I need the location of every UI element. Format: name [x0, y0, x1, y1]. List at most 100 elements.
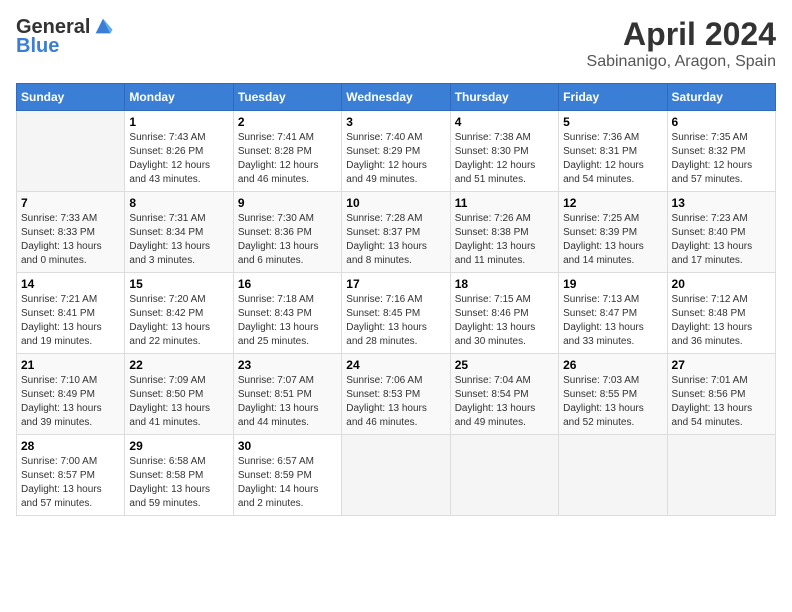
calendar-cell: 27 Sunrise: 7:01 AMSunset: 8:56 PMDayligh…: [667, 354, 775, 435]
location-subtitle: Sabinanigo, Aragon, Spain: [587, 53, 776, 71]
day-info: Sunrise: 7:21 AMSunset: 8:41 PMDaylight:…: [21, 293, 120, 349]
day-info: Sunrise: 7:10 AMSunset: 8:49 PMDaylight:…: [21, 374, 120, 430]
day-number: 28: [21, 439, 120, 453]
calendar-cell: 14 Sunrise: 7:21 AMSunset: 8:41 PMDayligh…: [17, 273, 125, 354]
day-info: Sunrise: 7:15 AMSunset: 8:46 PMDaylight:…: [455, 293, 554, 349]
day-number: 7: [21, 196, 120, 210]
day-info: Sunrise: 7:16 AMSunset: 8:45 PMDaylight:…: [346, 293, 445, 349]
calendar-cell: [559, 435, 667, 516]
day-info: Sunrise: 7:35 AMSunset: 8:32 PMDaylight:…: [672, 131, 771, 187]
calendar-cell: 11 Sunrise: 7:26 AMSunset: 8:38 PMDayligh…: [450, 192, 558, 273]
weekday-header-tuesday: Tuesday: [233, 84, 341, 111]
calendar-cell: [450, 435, 558, 516]
logo-icon: [92, 15, 114, 37]
calendar-cell: 20 Sunrise: 7:12 AMSunset: 8:48 PMDayligh…: [667, 273, 775, 354]
calendar-cell: 22Sunrise: 7:09 AMSunset: 8:50 PMDayligh…: [125, 354, 233, 435]
calendar-cell: 29Sunrise: 6:58 AMSunset: 8:58 PMDayligh…: [125, 435, 233, 516]
calendar-week-2: 7 Sunrise: 7:33 AMSunset: 8:33 PMDaylight…: [17, 192, 776, 273]
calendar-header: SundayMondayTuesdayWednesdayThursdayFrid…: [17, 84, 776, 111]
calendar-cell: [17, 111, 125, 192]
calendar-cell: 2 Sunrise: 7:41 AMSunset: 8:28 PMDaylight…: [233, 111, 341, 192]
calendar-cell: 8Sunrise: 7:31 AMSunset: 8:34 PMDaylight…: [125, 192, 233, 273]
weekday-header-saturday: Saturday: [667, 84, 775, 111]
calendar-week-5: 28 Sunrise: 7:00 AMSunset: 8:57 PMDayligh…: [17, 435, 776, 516]
calendar-cell: [342, 435, 450, 516]
day-number: 22: [129, 358, 228, 372]
day-info: Sunrise: 7:26 AMSunset: 8:38 PMDaylight:…: [455, 212, 554, 268]
day-info: Sunrise: 6:57 AMSunset: 8:59 PMDaylight:…: [238, 455, 337, 511]
day-number: 2: [238, 115, 337, 129]
calendar-cell: 12 Sunrise: 7:25 AMSunset: 8:39 PMDayligh…: [559, 192, 667, 273]
month-title: April 2024: [587, 16, 776, 53]
calendar-cell: 6Sunrise: 7:35 AMSunset: 8:32 PMDaylight…: [667, 111, 775, 192]
day-info: Sunrise: 7:36 AMSunset: 8:31 PMDaylight:…: [563, 131, 662, 187]
day-info: Sunrise: 7:04 AMSunset: 8:54 PMDaylight:…: [455, 374, 554, 430]
day-number: 23: [238, 358, 337, 372]
calendar-cell: 15 Sunrise: 7:20 AMSunset: 8:42 PMDayligh…: [125, 273, 233, 354]
day-number: 3: [346, 115, 445, 129]
day-number: 27: [672, 358, 771, 372]
day-info: Sunrise: 7:06 AMSunset: 8:53 PMDaylight:…: [346, 374, 445, 430]
day-info: Sunrise: 7:41 AMSunset: 8:28 PMDaylight:…: [238, 131, 337, 187]
calendar-cell: 4Sunrise: 7:38 AMSunset: 8:30 PMDaylight…: [450, 111, 558, 192]
weekday-header-monday: Monday: [125, 84, 233, 111]
day-number: 24: [346, 358, 445, 372]
day-number: 5: [563, 115, 662, 129]
day-info: Sunrise: 7:01 AMSunset: 8:56 PMDaylight:…: [672, 374, 771, 430]
day-number: 9: [238, 196, 337, 210]
day-info: Sunrise: 7:31 AMSunset: 8:34 PMDaylight:…: [129, 212, 228, 268]
calendar-cell: 26 Sunrise: 7:03 AMSunset: 8:55 PMDayligh…: [559, 354, 667, 435]
calendar-cell: 7 Sunrise: 7:33 AMSunset: 8:33 PMDaylight…: [17, 192, 125, 273]
day-info: Sunrise: 7:13 AMSunset: 8:47 PMDaylight:…: [563, 293, 662, 349]
day-info: Sunrise: 7:38 AMSunset: 8:30 PMDaylight:…: [455, 131, 554, 187]
calendar-cell: 3 Sunrise: 7:40 AMSunset: 8:29 PMDaylight…: [342, 111, 450, 192]
calendar-cell: 24 Sunrise: 7:06 AMSunset: 8:53 PMDayligh…: [342, 354, 450, 435]
weekday-header-friday: Friday: [559, 84, 667, 111]
calendar-cell: 19Sunrise: 7:13 AMSunset: 8:47 PMDayligh…: [559, 273, 667, 354]
day-info: Sunrise: 7:43 AMSunset: 8:26 PMDaylight:…: [129, 131, 228, 187]
calendar-cell: 13Sunrise: 7:23 AMSunset: 8:40 PMDayligh…: [667, 192, 775, 273]
day-number: 10: [346, 196, 445, 210]
day-info: Sunrise: 7:20 AMSunset: 8:42 PMDaylight:…: [129, 293, 228, 349]
day-number: 11: [455, 196, 554, 210]
day-number: 16: [238, 277, 337, 291]
day-number: 30: [238, 439, 337, 453]
calendar-cell: 9 Sunrise: 7:30 AMSunset: 8:36 PMDaylight…: [233, 192, 341, 273]
day-number: 1: [129, 115, 228, 129]
day-number: 26: [563, 358, 662, 372]
day-number: 15: [129, 277, 228, 291]
day-info: Sunrise: 7:07 AMSunset: 8:51 PMDaylight:…: [238, 374, 337, 430]
page-header: General Blue April 2024 Sabinanigo, Arag…: [16, 16, 776, 71]
calendar-week-3: 14 Sunrise: 7:21 AMSunset: 8:41 PMDayligh…: [17, 273, 776, 354]
day-number: 18: [455, 277, 554, 291]
day-number: 12: [563, 196, 662, 210]
day-info: Sunrise: 7:28 AMSunset: 8:37 PMDaylight:…: [346, 212, 445, 268]
day-number: 17: [346, 277, 445, 291]
calendar-cell: 10 Sunrise: 7:28 AMSunset: 8:37 PMDayligh…: [342, 192, 450, 273]
title-block: April 2024 Sabinanigo, Aragon, Spain: [587, 16, 776, 71]
day-number: 21: [21, 358, 120, 372]
calendar-cell: [667, 435, 775, 516]
calendar-week-4: 21 Sunrise: 7:10 AMSunset: 8:49 PMDayligh…: [17, 354, 776, 435]
weekday-header-sunday: Sunday: [17, 84, 125, 111]
day-info: Sunrise: 7:12 AMSunset: 8:48 PMDaylight:…: [672, 293, 771, 349]
calendar-cell: 28 Sunrise: 7:00 AMSunset: 8:57 PMDayligh…: [17, 435, 125, 516]
logo: General Blue: [16, 16, 114, 58]
day-info: Sunrise: 7:18 AMSunset: 8:43 PMDaylight:…: [238, 293, 337, 349]
day-info: Sunrise: 7:33 AMSunset: 8:33 PMDaylight:…: [21, 212, 120, 268]
weekday-header-row: SundayMondayTuesdayWednesdayThursdayFrid…: [17, 84, 776, 111]
calendar-body: 1 Sunrise: 7:43 AMSunset: 8:26 PMDaylight…: [17, 111, 776, 516]
calendar-cell: 17 Sunrise: 7:16 AMSunset: 8:45 PMDayligh…: [342, 273, 450, 354]
day-number: 20: [672, 277, 771, 291]
day-info: Sunrise: 7:00 AMSunset: 8:57 PMDaylight:…: [21, 455, 120, 511]
day-info: Sunrise: 7:40 AMSunset: 8:29 PMDaylight:…: [346, 131, 445, 187]
calendar-cell: 18 Sunrise: 7:15 AMSunset: 8:46 PMDayligh…: [450, 273, 558, 354]
day-info: Sunrise: 6:58 AMSunset: 8:58 PMDaylight:…: [129, 455, 228, 511]
day-number: 14: [21, 277, 120, 291]
calendar-cell: 25Sunrise: 7:04 AMSunset: 8:54 PMDayligh…: [450, 354, 558, 435]
calendar-cell: 21 Sunrise: 7:10 AMSunset: 8:49 PMDayligh…: [17, 354, 125, 435]
day-number: 13: [672, 196, 771, 210]
day-info: Sunrise: 7:25 AMSunset: 8:39 PMDaylight:…: [563, 212, 662, 268]
day-info: Sunrise: 7:30 AMSunset: 8:36 PMDaylight:…: [238, 212, 337, 268]
day-info: Sunrise: 7:03 AMSunset: 8:55 PMDaylight:…: [563, 374, 662, 430]
